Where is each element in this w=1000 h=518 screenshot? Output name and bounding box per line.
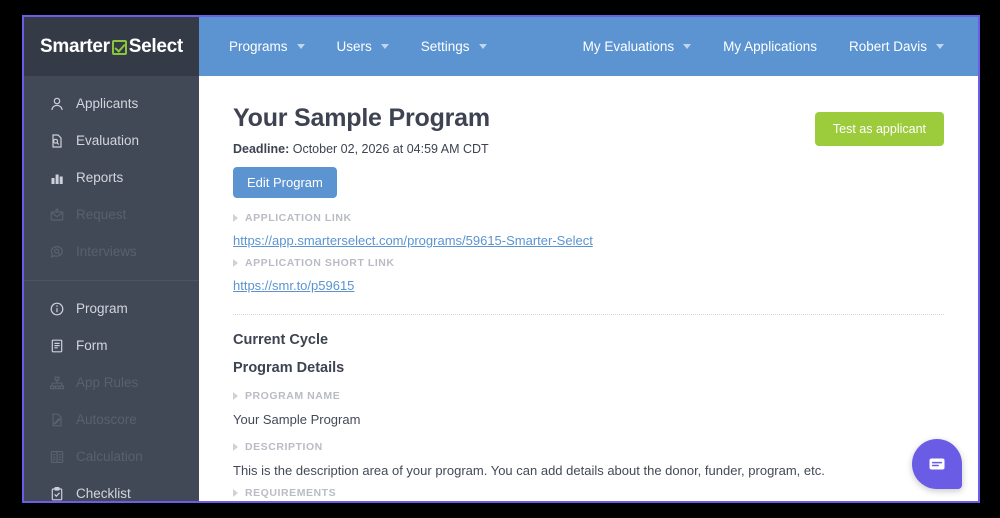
edit-program-button[interactable]: Edit Program bbox=[233, 167, 337, 198]
nav-item-my-applications[interactable]: My Applications bbox=[707, 17, 833, 76]
chat-search-icon bbox=[48, 243, 65, 260]
sidebar-item-checklist-label: Checklist bbox=[76, 486, 131, 501]
application-link-label-row: APPLICATION LINK bbox=[233, 212, 944, 224]
nav-item-users-label: Users bbox=[336, 39, 372, 54]
triangle-right-icon bbox=[233, 214, 238, 222]
sidebar-item-interviews-label: Interviews bbox=[76, 244, 137, 259]
chevron-down-icon bbox=[683, 44, 692, 49]
current-cycle-title: Current Cycle bbox=[233, 332, 329, 348]
program-name-label: PROGRAM NAME bbox=[245, 390, 341, 402]
application-link-url[interactable]: https://app.smarterselect.com/programs/5… bbox=[233, 233, 593, 248]
chat-bubble-icon bbox=[929, 458, 945, 470]
deadline-text: Deadline: October 02, 2026 at 04:59 AM C… bbox=[233, 142, 815, 156]
nav-item-my-evaluations-label: My Evaluations bbox=[582, 39, 675, 54]
info-circle-icon bbox=[48, 300, 65, 317]
description-value: This is the description area of your pro… bbox=[233, 463, 825, 478]
top-nav-left-group: Programs Users Settings bbox=[199, 17, 503, 76]
window-body: Applicants Evaluation Reports Request In… bbox=[24, 76, 978, 501]
sidebar: Applicants Evaluation Reports Request In… bbox=[24, 76, 199, 501]
sidebar-item-form-label: Form bbox=[76, 338, 108, 353]
brand-name-part2: Select bbox=[128, 35, 183, 57]
section-divider bbox=[233, 314, 944, 315]
test-as-applicant-button[interactable]: Test as applicant bbox=[814, 112, 944, 146]
triangle-right-icon bbox=[233, 259, 238, 267]
nav-item-settings[interactable]: Settings bbox=[405, 17, 503, 76]
application-short-link-url[interactable]: https://smr.to/p59615 bbox=[233, 278, 354, 293]
sidebar-item-request-label: Request bbox=[76, 207, 127, 222]
envelope-icon bbox=[48, 206, 65, 223]
screen-canvas: Smarter Select Programs Users Settings M… bbox=[0, 0, 1000, 518]
description-label-row: DESCRIPTION bbox=[233, 441, 944, 453]
pencil-document-icon bbox=[48, 411, 65, 428]
chevron-down-icon bbox=[936, 44, 944, 49]
deadline-label: Deadline: bbox=[233, 142, 290, 156]
sidebar-item-program[interactable]: Program bbox=[24, 290, 199, 327]
program-name-value: Your Sample Program bbox=[233, 412, 361, 427]
sidebar-item-checklist[interactable]: Checklist bbox=[24, 475, 199, 501]
description-label: DESCRIPTION bbox=[245, 441, 323, 453]
sidebar-item-applicants[interactable]: Applicants bbox=[24, 85, 199, 122]
nav-item-my-applications-label: My Applications bbox=[723, 39, 817, 54]
application-link-label: APPLICATION LINK bbox=[245, 212, 352, 224]
sidebar-divider bbox=[24, 280, 199, 281]
sidebar-item-calculation: Calculation bbox=[24, 438, 199, 475]
form-document-icon bbox=[48, 337, 65, 354]
sidebar-item-request: Request bbox=[24, 196, 199, 233]
sidebar-item-reports-label: Reports bbox=[76, 170, 124, 185]
sidebar-item-applicants-label: Applicants bbox=[76, 96, 139, 111]
chat-widget-button[interactable] bbox=[912, 439, 962, 489]
sidebar-item-app-rules-label: App Rules bbox=[76, 375, 139, 390]
brand-logo-text: Smarter Select bbox=[40, 36, 183, 58]
program-name-label-row: PROGRAM NAME bbox=[233, 390, 944, 402]
chevron-down-icon bbox=[296, 44, 305, 49]
sidebar-item-program-label: Program bbox=[76, 301, 128, 316]
main-content: Your Sample Program Deadline: October 02… bbox=[199, 76, 978, 501]
sitemap-icon bbox=[48, 374, 65, 391]
nav-item-programs[interactable]: Programs bbox=[213, 17, 321, 76]
sidebar-item-autoscore-label: Autoscore bbox=[76, 412, 137, 427]
app-window: Smarter Select Programs Users Settings M… bbox=[22, 15, 980, 503]
program-details-title: Program Details bbox=[233, 360, 345, 376]
nav-item-settings-label: Settings bbox=[420, 39, 470, 54]
requirements-label-row: REQUIREMENTS bbox=[233, 487, 944, 499]
nav-item-user-menu-label: Robert Davis bbox=[848, 39, 927, 54]
checkbox-check-icon bbox=[111, 40, 127, 55]
page-title: Your Sample Program bbox=[233, 104, 490, 132]
deadline-value: October 02, 2026 at 04:59 AM CDT bbox=[289, 142, 489, 156]
nav-item-user-menu[interactable]: Robert Davis bbox=[833, 17, 960, 76]
top-navigation-bar: Smarter Select Programs Users Settings M… bbox=[24, 17, 978, 76]
document-search-icon bbox=[48, 132, 65, 149]
sidebar-item-app-rules: App Rules bbox=[24, 364, 199, 401]
top-nav-right-group: My Evaluations My Applications Robert Da… bbox=[567, 17, 978, 76]
requirements-label: REQUIREMENTS bbox=[245, 487, 337, 499]
nav-item-my-evaluations[interactable]: My Evaluations bbox=[567, 17, 708, 76]
nav-item-programs-label: Programs bbox=[229, 39, 288, 54]
triangle-right-icon bbox=[233, 392, 238, 400]
bar-chart-icon bbox=[48, 169, 65, 186]
chevron-down-icon bbox=[380, 44, 389, 49]
calculation-grid-icon bbox=[48, 448, 65, 465]
triangle-right-icon bbox=[233, 489, 238, 497]
sidebar-item-interviews: Interviews bbox=[24, 233, 199, 270]
nav-item-users[interactable]: Users bbox=[321, 17, 405, 76]
application-short-link-label-row: APPLICATION SHORT LINK bbox=[233, 257, 944, 269]
sidebar-item-evaluation[interactable]: Evaluation bbox=[24, 122, 199, 159]
sidebar-item-autoscore: Autoscore bbox=[24, 401, 199, 438]
page-header-left: Your Sample Program Deadline: October 02… bbox=[233, 104, 815, 198]
page-header-row: Your Sample Program Deadline: October 02… bbox=[233, 104, 944, 198]
brand-logo[interactable]: Smarter Select bbox=[24, 17, 199, 76]
user-icon bbox=[48, 95, 65, 112]
sidebar-item-calculation-label: Calculation bbox=[76, 449, 143, 464]
clipboard-check-icon bbox=[48, 485, 65, 501]
sidebar-item-form[interactable]: Form bbox=[24, 327, 199, 364]
triangle-right-icon bbox=[233, 443, 238, 451]
brand-name-part1: Smarter bbox=[40, 35, 110, 57]
sidebar-item-reports[interactable]: Reports bbox=[24, 159, 199, 196]
sidebar-item-evaluation-label: Evaluation bbox=[76, 133, 140, 148]
application-short-link-label: APPLICATION SHORT LINK bbox=[245, 257, 395, 269]
chevron-down-icon bbox=[478, 44, 487, 49]
